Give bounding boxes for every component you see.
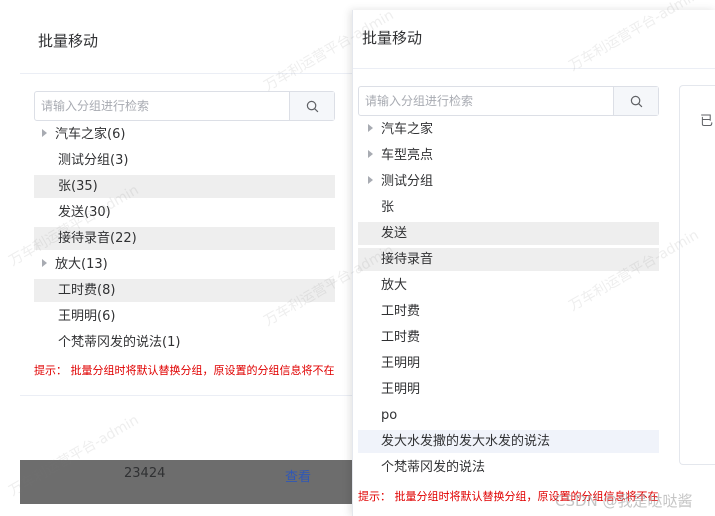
dialog-title: 批量移动 — [362, 29, 423, 47]
batch-move-dialog-left: 批量移动 汽车之家(6) 测试分组(3) 张(35) 发送(30) 接待录音(2… — [0, 0, 360, 516]
group-search-input[interactable] — [35, 92, 287, 120]
panel-label: 已 — [700, 114, 714, 129]
divider — [20, 395, 360, 396]
group-search-input[interactable] — [359, 87, 611, 115]
tree-node[interactable]: 王明明(6) — [34, 305, 335, 328]
tree-node[interactable]: 接待录音 — [358, 248, 659, 271]
tree-node[interactable]: 发大水发撒的发大水发的说法 — [358, 430, 659, 453]
expand-caret-icon[interactable] — [368, 150, 373, 158]
tree-node[interactable]: 王明明 — [358, 378, 659, 401]
tree-node[interactable]: po — [358, 404, 659, 427]
tree-node[interactable]: 测试分组(3) — [34, 149, 335, 172]
batch-move-dialog-right: 批量移动 汽车之家 车型亮点 测试分组 张 发送 接待录音 放大 — [352, 10, 715, 516]
expand-caret-icon[interactable] — [42, 259, 47, 267]
tree-node[interactable]: 工时费 — [358, 326, 659, 349]
tree-node[interactable]: 车型亮点 — [358, 144, 659, 167]
tree-node[interactable]: 张(35) — [34, 175, 335, 198]
tree-node[interactable]: 汽车之家(6) — [34, 123, 335, 146]
expand-caret-icon[interactable] — [368, 176, 373, 184]
search-icon — [630, 95, 642, 107]
tree-node[interactable]: 接待录音(22) — [34, 227, 335, 250]
hint-text: 提示： 批量分组时将默认替换分组，原设置的分组信息将不在 — [34, 364, 335, 377]
group-search-box — [34, 91, 335, 121]
tree-node[interactable]: 个梵蒂冈发的说法 — [358, 456, 659, 479]
tree-node[interactable]: 发送(30) — [34, 201, 335, 224]
table-cell: 23424 — [124, 466, 166, 481]
search-icon — [306, 100, 318, 112]
tree-node[interactable]: 放大(13) — [34, 253, 335, 276]
search-button[interactable] — [289, 92, 334, 120]
search-button[interactable] — [613, 87, 658, 115]
tree-node[interactable]: 张 — [358, 196, 659, 219]
tree-node[interactable]: 工时费(8) — [34, 279, 335, 302]
divider — [20, 73, 360, 74]
expand-caret-icon[interactable] — [368, 124, 373, 132]
view-link[interactable]: 查看 — [285, 466, 311, 485]
selected-groups-panel: 已 — [679, 85, 715, 465]
tree-node[interactable]: 工时费 — [358, 300, 659, 323]
expand-caret-icon[interactable] — [42, 129, 47, 137]
tree-node[interactable]: 放大 — [358, 274, 659, 297]
group-search-box — [358, 86, 659, 116]
hint-text: 提示： 批量分组时将默认替换分组，原设置的分组信息将不在 — [358, 490, 659, 503]
dialog-title: 批量移动 — [38, 32, 99, 50]
tree-node[interactable]: 汽车之家 — [358, 118, 659, 141]
tree-node[interactable]: 测试分组 — [358, 170, 659, 193]
tree-node[interactable]: 发送 — [358, 222, 659, 245]
tree-node[interactable]: 个梵蒂冈发的说法(1) — [34, 331, 335, 354]
tree-node[interactable]: 王明明 — [358, 352, 659, 375]
divider — [353, 68, 715, 69]
